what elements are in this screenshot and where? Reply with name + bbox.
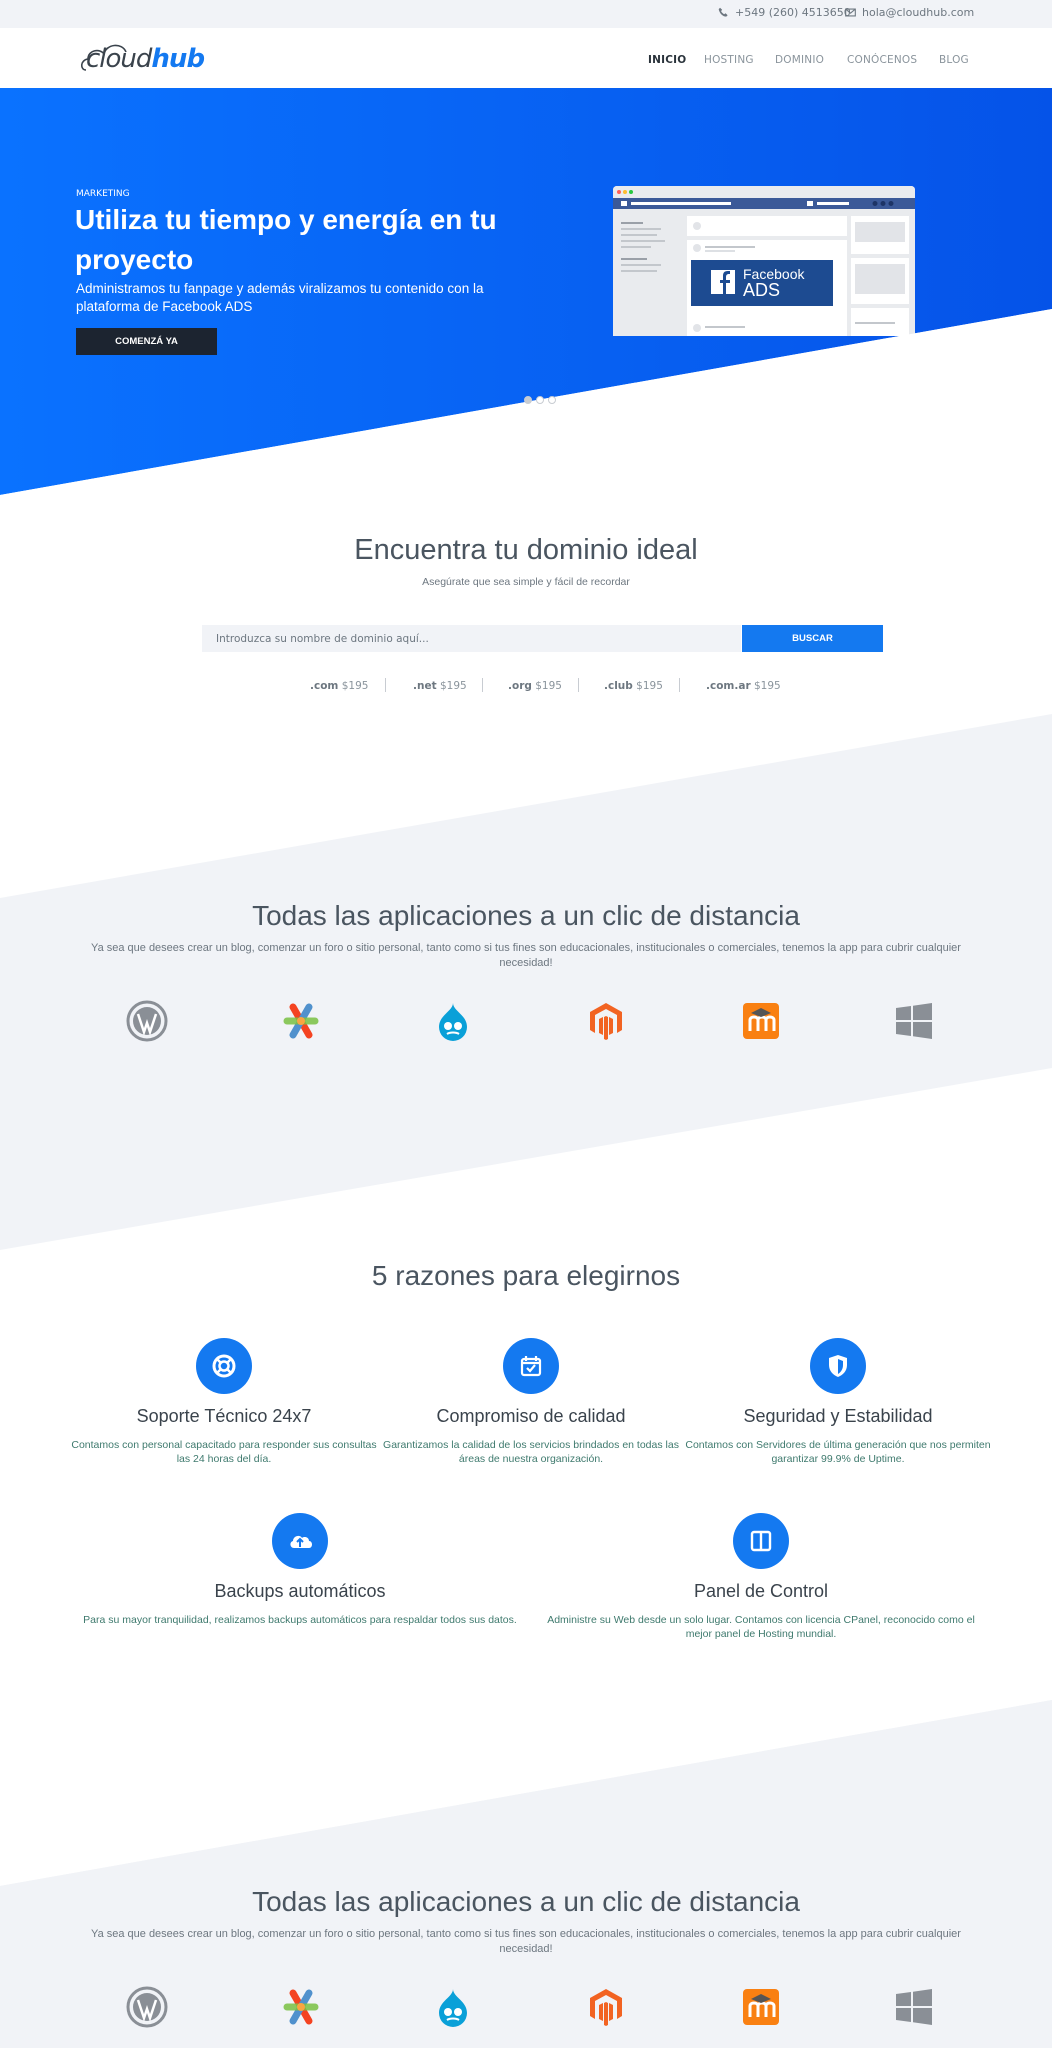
tld-price: $195 (636, 680, 663, 692)
reason-icon-circle (503, 1338, 559, 1394)
nav-inicio[interactable]: INICIO (648, 54, 686, 66)
phone-contact[interactable]: +549 (260) 4513650 (718, 6, 851, 19)
tld-ext: .com (310, 680, 339, 692)
reason-title: Compromiso de calidad (436, 1406, 626, 1426)
top-contact-bar: +549 (260) 4513650 hola@cloudhub.com (0, 0, 1052, 28)
tld-price: $195 (341, 680, 369, 692)
moodle-icon[interactable] (739, 1985, 783, 2029)
site-header: cloudhub INICIO HOSTING DOMINIO CONÓCENO… (0, 28, 1052, 88)
envelope-icon (845, 8, 856, 17)
drupal-icon[interactable] (431, 1985, 475, 2029)
hero-category-label: MARKETING (76, 189, 130, 199)
domain-section-subtitle: Asegúrate que sea simple y fácil de reco… (422, 576, 630, 588)
tld-price: $195 (535, 680, 562, 692)
wordpress-icon[interactable] (125, 999, 169, 1043)
tld-divider (679, 678, 680, 692)
tld-com: .com $195 (310, 680, 368, 692)
reason-title: Panel de Control (693, 1581, 829, 1601)
joomla-icon[interactable] (279, 999, 323, 1043)
email-contact[interactable]: hola@cloudhub.com (845, 6, 974, 19)
nav-conocenos[interactable]: CONÓCENOS (847, 54, 917, 66)
tld-divider (482, 678, 483, 692)
reason-icon-circle (196, 1338, 252, 1394)
shield-icon (829, 1355, 847, 1377)
windows-icon[interactable] (892, 1985, 936, 2029)
nav-blog[interactable]: BLOG (939, 54, 969, 66)
tld-net: .net $195 (413, 680, 467, 692)
magento-icon[interactable] (584, 999, 628, 1043)
tld-org: .org $195 (508, 680, 562, 692)
windows-icon[interactable] (892, 999, 936, 1043)
reason-icon-circle (733, 1513, 789, 1569)
joomla-icon[interactable] (279, 1985, 323, 2029)
tld-club: .club $195 (604, 680, 663, 692)
tld-divider (578, 678, 579, 692)
tld-divider (385, 678, 386, 692)
reasons-section-title: 5 razones para elegirnos (371, 1260, 681, 1291)
tld-ext: .org (508, 680, 532, 692)
hero-carousel-dots (524, 396, 556, 404)
apps-section-description: Ya sea que desees crear un blog, comenza… (91, 1928, 961, 1955)
tld-price: $195 (439, 680, 467, 692)
reason-description: Contamos con Servidores de última genera… (685, 1439, 991, 1465)
ad-text-ads: ADS (743, 280, 780, 300)
reason-description: Para su mayor tranquilidad, realizamos b… (83, 1614, 517, 1626)
drupal-icon[interactable] (431, 999, 475, 1043)
reason-icon-circle (272, 1513, 328, 1569)
phone-icon (718, 7, 728, 17)
wordpress-icon[interactable] (125, 1985, 169, 2029)
tld-ext: .com.ar (706, 680, 751, 692)
phone-number: +549 (260) 4513650 (735, 6, 851, 19)
carousel-dot-1[interactable] (524, 396, 532, 404)
reason-icon-circle (810, 1338, 866, 1394)
logo-text-hub: hub (151, 44, 205, 74)
tld-price: $195 (753, 680, 781, 692)
tld-comar: .com.ar $195 (706, 680, 781, 692)
magento-icon[interactable] (584, 1985, 628, 2029)
carousel-dot-2[interactable] (536, 396, 544, 404)
carousel-dot-3[interactable] (548, 396, 556, 404)
reason-title: Soporte Técnico 24x7 (136, 1406, 312, 1426)
domain-section-title: Encuentra tu dominio ideal (354, 534, 698, 566)
reason-description: Garantizamos la calidad de los servicios… (383, 1439, 679, 1465)
tld-ext: .club (604, 680, 633, 692)
apps-section-title: Todas las aplicaciones a un clic de dist… (252, 1886, 800, 1917)
reason-description: Contamos con personal capacitado para re… (71, 1439, 377, 1465)
moodle-icon[interactable] (739, 999, 783, 1043)
hero-title: Utiliza tu tiempo y energía en tu proyec… (75, 204, 497, 275)
nav-dominio[interactable]: DOMINIO (775, 54, 824, 66)
lifebuoy-icon (212, 1354, 236, 1378)
domain-search-input[interactable]: Introduzca su nombre de dominio aquí... (202, 625, 741, 652)
domain-search-button[interactable]: BUSCAR (742, 625, 883, 652)
site-logo[interactable]: cloudhub (86, 44, 205, 74)
reason-description: Administre su Web desde un solo lugar. C… (547, 1614, 975, 1640)
calendar-check-icon (520, 1356, 542, 1377)
tld-ext: .net (413, 680, 437, 692)
apps-section-title: Todas las aplicaciones a un clic de dist… (252, 900, 800, 931)
cloud-upload-icon (290, 1535, 312, 1548)
nav-hosting[interactable]: HOSTING (704, 54, 754, 66)
reason-title: Seguridad y Estabilidad (743, 1406, 933, 1426)
apps-section-description: Ya sea que desees crear un blog, comenza… (91, 942, 961, 969)
panel-icon (750, 1530, 772, 1552)
section-divider (0, 1700, 1052, 1900)
logo-text-cloud: cloud (86, 44, 152, 74)
reason-title: Backups automáticos (214, 1581, 386, 1601)
email-address: hola@cloudhub.com (862, 6, 975, 19)
